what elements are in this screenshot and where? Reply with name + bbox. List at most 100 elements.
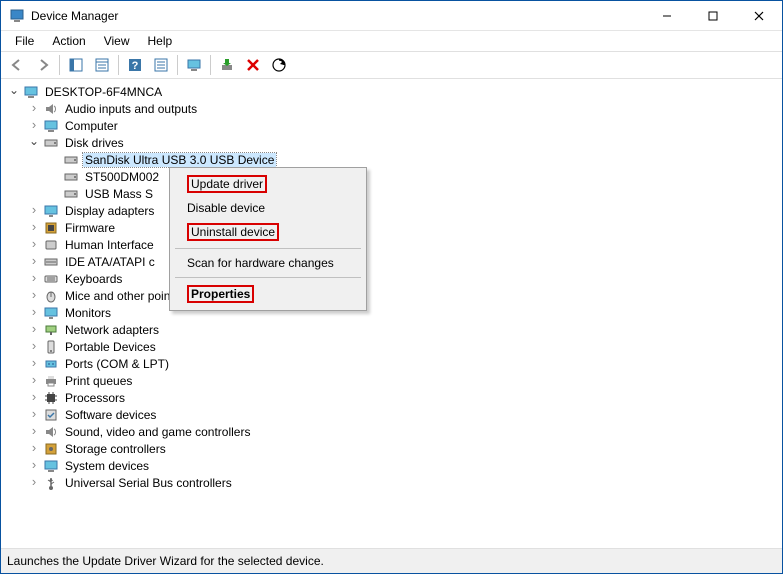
toolbar-scan[interactable] bbox=[267, 53, 291, 77]
system-icon bbox=[43, 458, 59, 474]
usb-icon bbox=[43, 475, 59, 491]
node-sound[interactable]: Sound, video and game controllers bbox=[27, 423, 780, 440]
node-mice[interactable]: Mice and other pointing devices bbox=[27, 287, 780, 304]
node-keyboards[interactable]: Keyboards bbox=[27, 270, 780, 287]
expander-icon[interactable] bbox=[27, 340, 41, 354]
expander-icon[interactable] bbox=[27, 442, 41, 456]
toolbar-back[interactable] bbox=[5, 53, 29, 77]
node-ide[interactable]: IDE ATA/ATAPI c bbox=[27, 253, 780, 270]
expander-icon[interactable] bbox=[27, 255, 41, 269]
node-storage[interactable]: Storage controllers bbox=[27, 440, 780, 457]
node-audio[interactable]: Audio inputs and outputs bbox=[27, 100, 780, 117]
expander-icon[interactable] bbox=[27, 306, 41, 320]
context-menu: Update driver Disable device Uninstall d… bbox=[169, 167, 367, 311]
expander-icon[interactable] bbox=[27, 272, 41, 286]
node-usbmass[interactable]: USB Mass S bbox=[47, 185, 780, 202]
toolbar-action-list[interactable] bbox=[149, 53, 173, 77]
node-processors[interactable]: Processors bbox=[27, 389, 780, 406]
node-usb[interactable]: Universal Serial Bus controllers bbox=[27, 474, 780, 491]
disk-icon bbox=[63, 152, 79, 168]
printer-icon bbox=[43, 373, 59, 389]
node-disk-drives[interactable]: Disk drives bbox=[27, 134, 780, 151]
close-button[interactable] bbox=[736, 1, 782, 31]
node-sandisk[interactable]: SanDisk Ultra USB 3.0 USB Device bbox=[47, 151, 780, 168]
device-tree[interactable]: DESKTOP-6F4MNCA Audio inputs and outputs… bbox=[1, 79, 782, 549]
tree-root[interactable]: DESKTOP-6F4MNCA bbox=[7, 83, 780, 100]
expander-icon[interactable] bbox=[27, 204, 41, 218]
expander-icon[interactable] bbox=[27, 119, 41, 133]
computer-root-icon bbox=[23, 84, 39, 100]
tree-root-label: DESKTOP-6F4MNCA bbox=[43, 85, 164, 99]
expander-icon[interactable] bbox=[27, 425, 41, 439]
window-title: Device Manager bbox=[31, 9, 644, 23]
toolbar-install[interactable] bbox=[215, 53, 239, 77]
portable-icon bbox=[43, 339, 59, 355]
computer-icon bbox=[43, 118, 59, 134]
status-text: Launches the Update Driver Wizard for th… bbox=[7, 554, 324, 568]
expander-icon[interactable] bbox=[27, 323, 41, 337]
window: Device Manager File Action View Help ? bbox=[0, 0, 783, 574]
expander-icon[interactable] bbox=[27, 289, 41, 303]
ctx-properties[interactable]: Properties bbox=[173, 281, 363, 307]
ctx-uninstall-device[interactable]: Uninstall device bbox=[173, 219, 363, 245]
node-display[interactable]: Display adapters bbox=[27, 202, 780, 219]
highlight-uninstall: Uninstall device bbox=[187, 223, 279, 241]
cpu-icon bbox=[43, 390, 59, 406]
expander-icon[interactable] bbox=[27, 459, 41, 473]
node-monitors[interactable]: Monitors bbox=[27, 304, 780, 321]
menu-view[interactable]: View bbox=[96, 32, 138, 50]
menu-action[interactable]: Action bbox=[44, 32, 93, 50]
expander-icon[interactable] bbox=[27, 136, 41, 150]
expander-icon[interactable] bbox=[27, 221, 41, 235]
expander-icon[interactable] bbox=[27, 238, 41, 252]
node-portable[interactable]: Portable Devices bbox=[27, 338, 780, 355]
expander-icon[interactable] bbox=[27, 102, 41, 116]
node-st500[interactable]: ST500DM002 bbox=[47, 168, 780, 185]
highlight-update: Update driver bbox=[187, 175, 267, 193]
toolbar-help[interactable]: ? bbox=[123, 53, 147, 77]
expander-icon[interactable] bbox=[7, 85, 21, 99]
ctx-update-driver[interactable]: Update driver bbox=[173, 171, 363, 197]
minimize-button[interactable] bbox=[644, 1, 690, 31]
svg-text:?: ? bbox=[132, 60, 139, 72]
node-print[interactable]: Print queues bbox=[27, 372, 780, 389]
node-computer[interactable]: Computer bbox=[27, 117, 780, 134]
expander-icon[interactable] bbox=[27, 408, 41, 422]
maximize-button[interactable] bbox=[690, 1, 736, 31]
expander-icon[interactable] bbox=[27, 357, 41, 371]
menu-help[interactable]: Help bbox=[140, 32, 181, 50]
node-system[interactable]: System devices bbox=[27, 457, 780, 474]
toolbar-forward[interactable] bbox=[31, 53, 55, 77]
ctx-scan[interactable]: Scan for hardware changes bbox=[173, 252, 363, 274]
toolbar-sep3 bbox=[177, 55, 178, 75]
firmware-icon bbox=[43, 220, 59, 236]
ctx-disable-device[interactable]: Disable device bbox=[173, 197, 363, 219]
audio-icon bbox=[43, 101, 59, 117]
storage-icon bbox=[43, 441, 59, 457]
expander-icon[interactable] bbox=[27, 374, 41, 388]
toolbar-show-tree[interactable] bbox=[64, 53, 88, 77]
menu-file[interactable]: File bbox=[7, 32, 42, 50]
expander-icon[interactable] bbox=[27, 476, 41, 490]
ctx-sep2 bbox=[175, 277, 361, 278]
statusbar: Launches the Update Driver Wizard for th… bbox=[1, 549, 782, 573]
node-hid[interactable]: Human Interface bbox=[27, 236, 780, 253]
mouse-icon bbox=[43, 288, 59, 304]
toolbar: ? bbox=[1, 51, 782, 79]
toolbar-delete[interactable] bbox=[241, 53, 265, 77]
toolbar-properties-pane[interactable] bbox=[90, 53, 114, 77]
ports-icon bbox=[43, 356, 59, 372]
monitor-icon bbox=[43, 305, 59, 321]
toolbar-computer[interactable] bbox=[182, 53, 206, 77]
display-icon bbox=[43, 203, 59, 219]
toolbar-sep2 bbox=[118, 55, 119, 75]
toolbar-sep4 bbox=[210, 55, 211, 75]
ide-icon bbox=[43, 254, 59, 270]
node-firmware[interactable]: Firmware bbox=[27, 219, 780, 236]
expander-icon[interactable] bbox=[27, 391, 41, 405]
disk-icon bbox=[63, 186, 79, 202]
node-ports[interactable]: Ports (COM & LPT) bbox=[27, 355, 780, 372]
node-software[interactable]: Software devices bbox=[27, 406, 780, 423]
highlight-properties: Properties bbox=[187, 285, 254, 303]
node-network[interactable]: Network adapters bbox=[27, 321, 780, 338]
